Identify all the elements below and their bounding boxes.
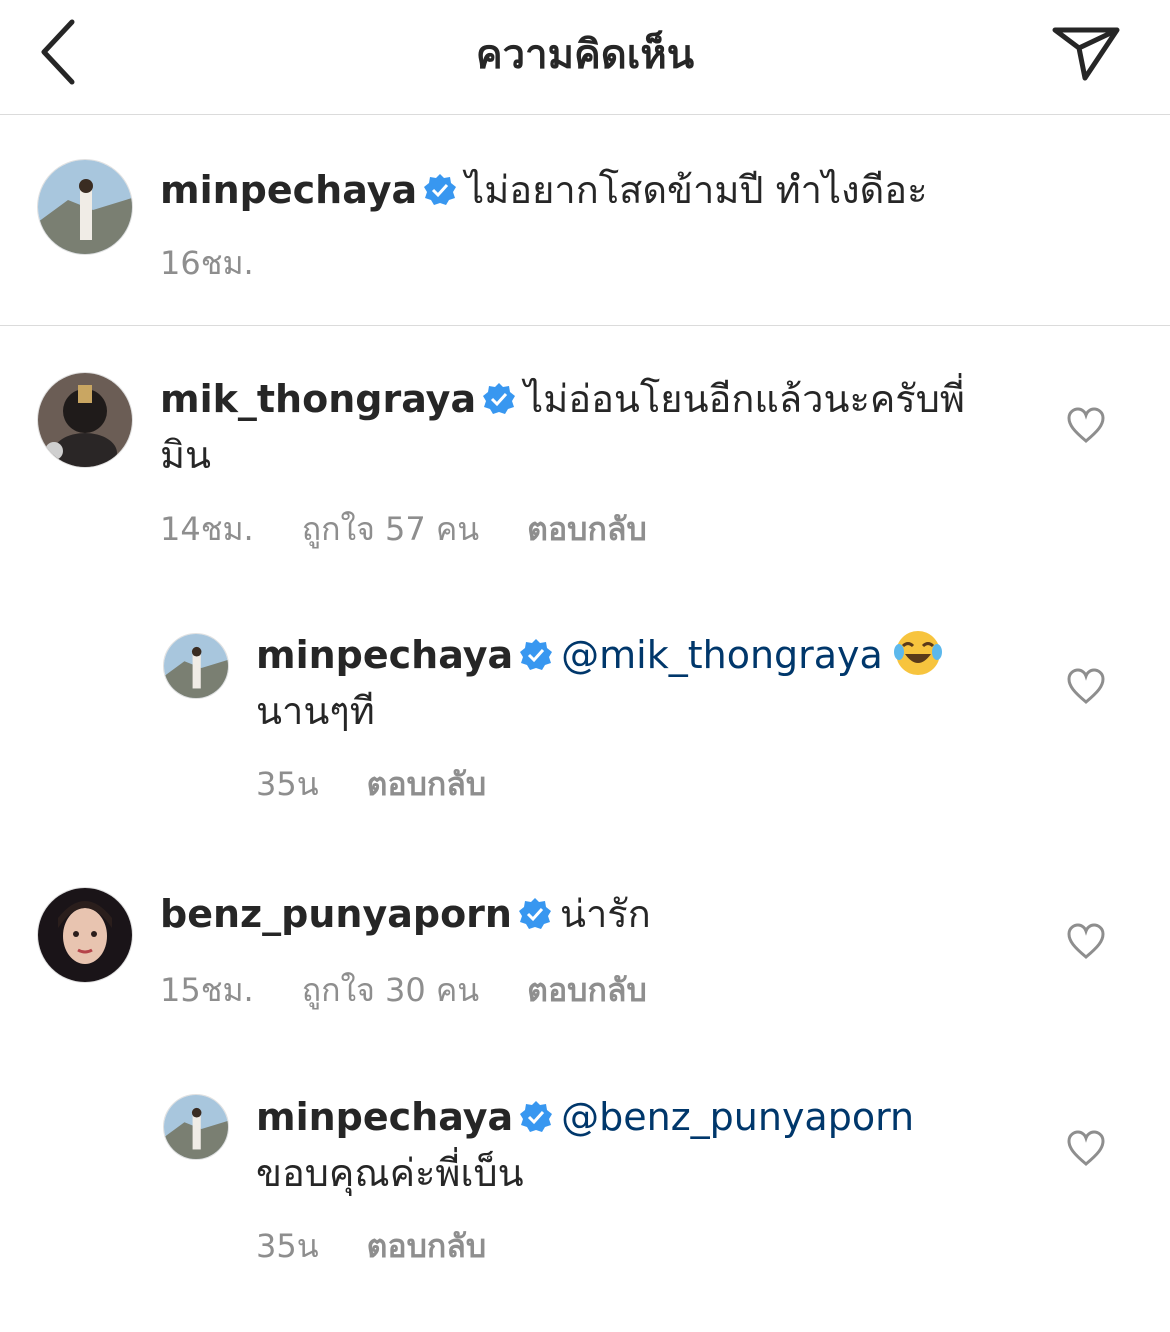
heart-outline-icon[interactable]: [1066, 922, 1106, 960]
heart-outline-icon[interactable]: [1066, 1129, 1106, 1167]
mention-link[interactable]: @mik_thongraya: [561, 633, 883, 677]
caption-time: 16ชม.: [160, 244, 254, 282]
reply-body: นานๆที: [256, 689, 375, 733]
reply-button[interactable]: ตอบกลับ: [367, 765, 487, 803]
reply-time: 35น: [256, 1227, 319, 1265]
reply-username[interactable]: minpechaya: [256, 633, 513, 677]
avatar[interactable]: [163, 633, 229, 699]
caption-meta: 16ชม.: [160, 238, 302, 289]
reply-button[interactable]: ตอบกลับ: [367, 1227, 487, 1265]
reply-time: 35น: [256, 765, 319, 803]
post-caption: minpechaya ไม่อยากโสดข้ามปี ทำไงดีอะ 16ชม…: [0, 115, 1170, 326]
share-button[interactable]: [1045, 10, 1127, 86]
comment-likes[interactable]: ถูกใจ 30 คน: [302, 971, 479, 1009]
reply-text: minpechaya @mik_thongraya นานๆที: [256, 627, 1016, 739]
comment-body: น่ารัก: [559, 892, 651, 936]
reply-text: minpechaya @benz_punyaporn ขอบคุณค่ะพี่เบ็…: [256, 1089, 1016, 1201]
comment-text: mik_thongraya ไม่อ่อนโยนอีกแล้วนะครับพี่ม…: [160, 371, 1000, 483]
verified-badge-icon: [520, 639, 553, 670]
reply-meta: 35น ตอบกลับ: [256, 759, 534, 810]
reply-button[interactable]: ตอบกลับ: [527, 971, 647, 1009]
caption-body: ไม่อยากโสดข้ามปี ทำไงดีอะ: [465, 168, 928, 212]
comment-likes[interactable]: ถูกใจ 57 คน: [302, 510, 479, 548]
comment-text: benz_punyaporn น่ารัก: [160, 886, 1000, 942]
comment-username[interactable]: benz_punyaporn: [160, 892, 512, 936]
reply-username[interactable]: minpechaya: [256, 1095, 513, 1139]
comment-username[interactable]: mik_thongraya: [160, 377, 476, 421]
heart-outline-icon[interactable]: [1066, 667, 1106, 705]
heart-outline-icon[interactable]: [1066, 406, 1106, 444]
page-title: ความคิดเห็น: [475, 32, 695, 78]
header-bar: ความคิดเห็น: [0, 0, 1170, 115]
caption-text: minpechaya ไม่อยากโสดข้ามปี ทำไงดีอะ: [160, 162, 1040, 218]
reply-button[interactable]: ตอบกลับ: [527, 510, 647, 548]
verified-badge-icon: [520, 1101, 553, 1132]
paper-plane-icon: [1052, 27, 1120, 81]
verified-badge-icon: [518, 898, 551, 929]
verified-badge-icon: [483, 383, 516, 414]
comment-time: 15ชม.: [160, 971, 254, 1009]
reply-body: ขอบคุณค่ะพี่เบ็น: [256, 1151, 524, 1195]
avatar[interactable]: [37, 159, 133, 255]
avatar[interactable]: [37, 372, 133, 468]
verified-badge-icon: [424, 174, 457, 205]
comment-meta: 15ชม. ถูกใจ 30 คน ตอบกลับ: [160, 965, 695, 1016]
caption-username[interactable]: minpechaya: [160, 168, 417, 212]
reply-meta: 35น ตอบกลับ: [256, 1221, 534, 1272]
mention-link[interactable]: @benz_punyaporn: [561, 1095, 914, 1139]
tears-of-joy-emoji: [893, 631, 942, 675]
avatar[interactable]: [37, 887, 133, 983]
comment-meta: 14ชม. ถูกใจ 57 คน ตอบกลับ: [160, 504, 695, 555]
comment-time: 14ชม.: [160, 510, 254, 548]
avatar[interactable]: [163, 1094, 229, 1160]
